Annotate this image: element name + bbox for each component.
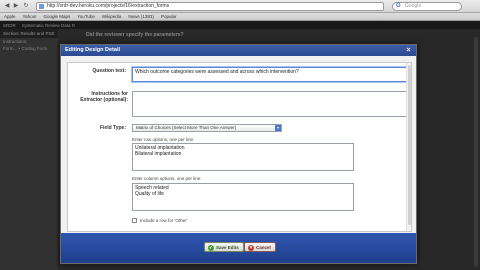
bookmark-google-maps[interactable]: Google Maps	[43, 14, 70, 19]
cancel-icon: ×	[248, 245, 254, 251]
url-bar[interactable]: http://srdr-dev.heroku.com/projects/16/e…	[36, 2, 384, 11]
field-type-label: Field Type:	[99, 125, 126, 131]
row-options-hint: Enter row options, one per line:	[132, 137, 195, 142]
question-text-value: Which outcome categories were assessed a…	[135, 69, 299, 75]
search-input[interactable]: G Google	[392, 2, 462, 11]
bookmark-youtube[interactable]: YouTube	[77, 14, 95, 19]
close-icon[interactable]: ×	[405, 47, 412, 54]
dialog-scrollbar-thumb[interactable]	[408, 65, 411, 225]
cancel-button[interactable]: × Cancel	[244, 242, 276, 252]
checkmark-icon: ✓	[208, 245, 214, 251]
url-text: http://srdr-dev.heroku.com/projects/16/e…	[47, 3, 170, 9]
forward-icon[interactable]: ▶	[12, 3, 20, 10]
column-options-hint: Enter column options, one per line:	[132, 176, 202, 181]
question-label: Question text:	[92, 68, 126, 74]
browser-toolbar: ◀ ▶ ↻ http://srdr-dev.heroku.com/project…	[0, 0, 480, 13]
bookmark-popular[interactable]: Popular	[161, 14, 177, 19]
dialog-body: Question text: Which outcome categories …	[67, 62, 412, 232]
column-option: Quality of life	[135, 191, 164, 197]
dialog-footer: ✓ Save Edits × Cancel	[61, 233, 416, 263]
row-option: Bilateral implantation	[135, 151, 182, 157]
bookmarks-bar: Apple Yahoo! Google Maps YouTube Wikiped…	[0, 13, 480, 21]
back-icon[interactable]: ◀	[3, 3, 11, 10]
edit-design-detail-dialog: Editing Design Detail × Question text: W…	[60, 44, 417, 264]
question-text-field[interactable]: Which outcome categories were assessed a…	[132, 67, 408, 82]
bookmark-news[interactable]: News (1383)	[128, 14, 154, 19]
include-other-checkbox[interactable]	[132, 218, 137, 223]
google-icon: G	[396, 3, 401, 9]
save-edits-button[interactable]: ✓ Save Edits	[204, 242, 244, 252]
dialog-title: Editing Design Detail	[61, 45, 416, 56]
dialog-title-text: Editing Design Detail	[65, 47, 121, 53]
field-type-select[interactable]: Matrix of Choices (Select More Than One …	[132, 124, 282, 132]
row-options-textarea[interactable]: Unilateral implantation Bilateral implan…	[132, 143, 354, 171]
site-icon	[39, 4, 44, 9]
bookmark-yahoo[interactable]: Yahoo!	[23, 14, 37, 19]
field-type-value: Matrix of Choices (Select More Than One …	[136, 125, 237, 130]
include-other-label: Include a row for 'Other'	[140, 218, 188, 223]
screen: ◀ ▶ ↻ http://srdr-dev.heroku.com/project…	[0, 0, 480, 270]
column-options-textarea[interactable]: Speech related Quality of life	[132, 183, 354, 211]
select-arrow-icon: ▾	[275, 125, 281, 131]
cancel-label: Cancel	[256, 245, 271, 250]
instructions-field[interactable]	[132, 91, 408, 117]
instructions-label: Instructions for Extractor (optional):	[80, 91, 128, 103]
dialog-scrollbar[interactable]	[406, 63, 411, 231]
search-placeholder: Google	[405, 3, 422, 9]
save-edits-label: Save Edits	[216, 245, 239, 250]
reload-icon[interactable]: ↻	[22, 3, 30, 10]
bookmark-wikipedia[interactable]: Wikipedia	[102, 14, 122, 19]
bookmark-apple[interactable]: Apple	[4, 14, 16, 19]
